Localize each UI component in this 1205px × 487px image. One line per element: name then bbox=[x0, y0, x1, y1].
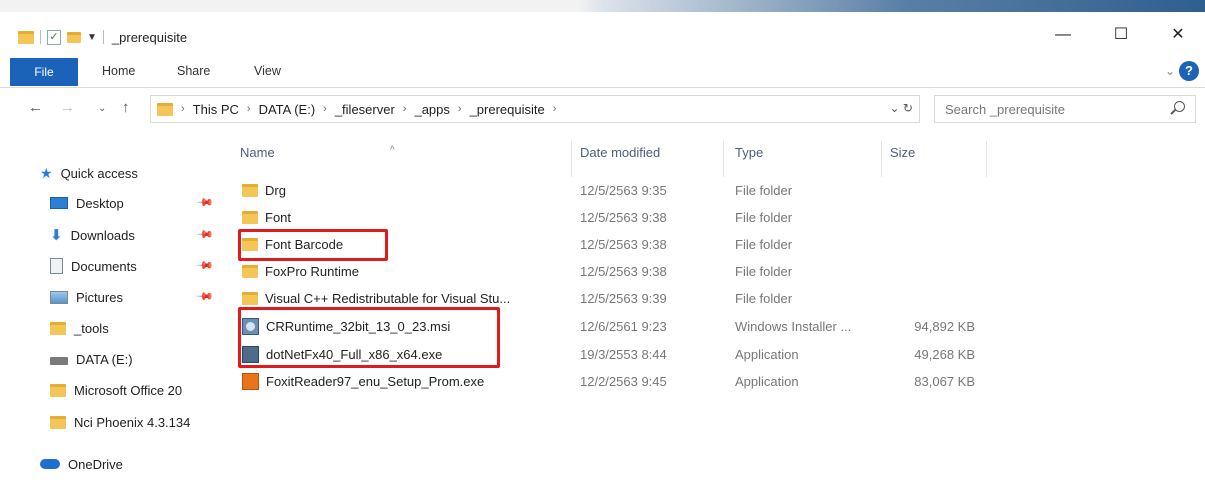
folder-icon bbox=[50, 415, 66, 429]
foxit-reader-icon bbox=[242, 373, 259, 390]
folder-icon bbox=[242, 211, 258, 224]
sidebar-item-documents[interactable]: Documents 📌 bbox=[50, 255, 225, 277]
folder-icon bbox=[242, 292, 258, 305]
breadcrumb-prerequisite[interactable]: _prerequisite bbox=[470, 102, 545, 117]
breadcrumb-fileserver[interactable]: _fileserver bbox=[335, 102, 395, 117]
sidebar-item-nci-phoenix[interactable]: Nci Phoenix 4.3.134 bbox=[50, 411, 225, 433]
table-row[interactable]: Drg 12/5/2563 9:35 File folder bbox=[232, 177, 992, 204]
help-icon[interactable]: ? bbox=[1179, 61, 1199, 81]
sidebar-item-tools[interactable]: _tools bbox=[50, 317, 225, 339]
chevron-right-icon[interactable]: › bbox=[403, 103, 407, 115]
search-input[interactable] bbox=[935, 96, 1155, 122]
ribbon-tabs: File Home Share View ⌄ ? bbox=[0, 56, 1205, 88]
new-folder-icon[interactable] bbox=[67, 31, 81, 43]
folder-icon bbox=[242, 265, 258, 278]
chevron-right-icon[interactable]: › bbox=[323, 103, 327, 115]
title-bar: ✓ ▼ _prerequisite — ☐ ✕ bbox=[0, 0, 1205, 52]
folder-icon bbox=[50, 321, 66, 335]
quick-access-toolbar: ✓ ▼ _prerequisite bbox=[18, 26, 187, 48]
customize-toolbar-chevron-icon[interactable]: ▼ bbox=[87, 32, 97, 43]
tab-home[interactable]: Home bbox=[102, 64, 135, 78]
column-header-type[interactable]: Type bbox=[727, 141, 882, 177]
sort-up-icon: ^ bbox=[390, 145, 395, 156]
minimize-button[interactable]: — bbox=[1040, 22, 1086, 48]
folder-icon bbox=[50, 383, 66, 397]
search-icon[interactable] bbox=[1174, 101, 1185, 112]
window-title: _prerequisite bbox=[111, 29, 188, 45]
pin-icon[interactable]: 📌 bbox=[195, 225, 214, 244]
folder-icon bbox=[242, 184, 258, 197]
background-strip bbox=[0, 0, 1205, 12]
refresh-icon[interactable]: ⌄ ↻ bbox=[890, 101, 913, 115]
pin-icon[interactable]: 📌 bbox=[195, 193, 214, 212]
folder-icon bbox=[157, 102, 173, 116]
column-header-name[interactable]: ^ Name bbox=[232, 141, 572, 177]
highlight-box-font-barcode bbox=[238, 229, 388, 261]
recent-locations-chevron-icon[interactable]: ⌄ bbox=[98, 103, 106, 114]
address-bar[interactable]: › This PC › DATA (E:) › _fileserver › _a… bbox=[150, 95, 920, 123]
close-button[interactable]: ✕ bbox=[1155, 22, 1201, 48]
properties-icon[interactable]: ✓ bbox=[47, 29, 61, 45]
sidebar-item-downloads[interactable]: ⬇ Downloads 📌 bbox=[50, 224, 225, 246]
chevron-right-icon[interactable]: › bbox=[181, 103, 185, 115]
sidebar-item-quick-access[interactable]: ★ Quick access bbox=[40, 162, 225, 184]
pictures-icon bbox=[50, 290, 68, 304]
download-arrow-icon: ⬇ bbox=[50, 227, 63, 244]
tab-share[interactable]: Share bbox=[177, 64, 210, 78]
sidebar-item-data-e[interactable]: DATA (E:) bbox=[50, 348, 225, 370]
document-icon bbox=[50, 258, 63, 274]
sidebar-item-onedrive[interactable]: OneDrive bbox=[40, 453, 225, 475]
chevron-right-icon[interactable]: › bbox=[553, 103, 557, 115]
expand-ribbon-chevron-icon[interactable]: ⌄ bbox=[1165, 64, 1175, 78]
up-arrow-icon[interactable]: ↑ bbox=[122, 99, 130, 116]
tab-view[interactable]: View bbox=[254, 64, 281, 78]
table-row[interactable]: Font 12/5/2563 9:38 File folder bbox=[232, 204, 992, 231]
sidebar-item-desktop[interactable]: Desktop 📌 bbox=[50, 192, 225, 214]
column-header-date[interactable]: Date modified bbox=[572, 141, 724, 177]
maximize-button[interactable]: ☐ bbox=[1098, 22, 1144, 48]
back-arrow-icon[interactable]: ← bbox=[28, 99, 43, 116]
breadcrumb-apps[interactable]: _apps bbox=[414, 102, 449, 117]
cloud-icon bbox=[40, 459, 60, 469]
star-icon: ★ bbox=[40, 164, 53, 181]
breadcrumb-data-e[interactable]: DATA (E:) bbox=[259, 102, 316, 117]
navigation-bar: ← → ⌄ ↑ › This PC › DATA (E:) › _fileser… bbox=[0, 92, 1205, 126]
tab-file[interactable]: File bbox=[10, 58, 78, 86]
table-row[interactable]: FoxitReader97_enu_Setup_Prom.exe 12/2/25… bbox=[232, 368, 992, 395]
highlight-box-installers bbox=[238, 307, 500, 368]
search-box[interactable] bbox=[934, 95, 1196, 123]
chevron-right-icon[interactable]: › bbox=[247, 103, 251, 115]
forward-arrow-icon[interactable]: → bbox=[60, 99, 75, 116]
pin-icon[interactable]: 📌 bbox=[195, 256, 214, 275]
breadcrumb-this-pc[interactable]: This PC bbox=[193, 102, 239, 117]
drive-icon bbox=[50, 357, 68, 365]
folder-icon bbox=[18, 30, 34, 44]
pin-icon[interactable]: 📌 bbox=[195, 287, 214, 306]
navigation-pane: ★ Quick access Desktop 📌 ⬇ Downloads 📌 D… bbox=[0, 140, 225, 487]
sidebar-item-microsoft-office[interactable]: Microsoft Office 20 bbox=[50, 379, 225, 401]
column-header-size[interactable]: Size bbox=[882, 141, 987, 177]
chevron-right-icon[interactable]: › bbox=[458, 103, 462, 115]
table-row[interactable]: FoxPro Runtime 12/5/2563 9:38 File folde… bbox=[232, 258, 992, 285]
sidebar-item-pictures[interactable]: Pictures 📌 bbox=[50, 286, 225, 308]
desktop-icon bbox=[50, 197, 68, 209]
